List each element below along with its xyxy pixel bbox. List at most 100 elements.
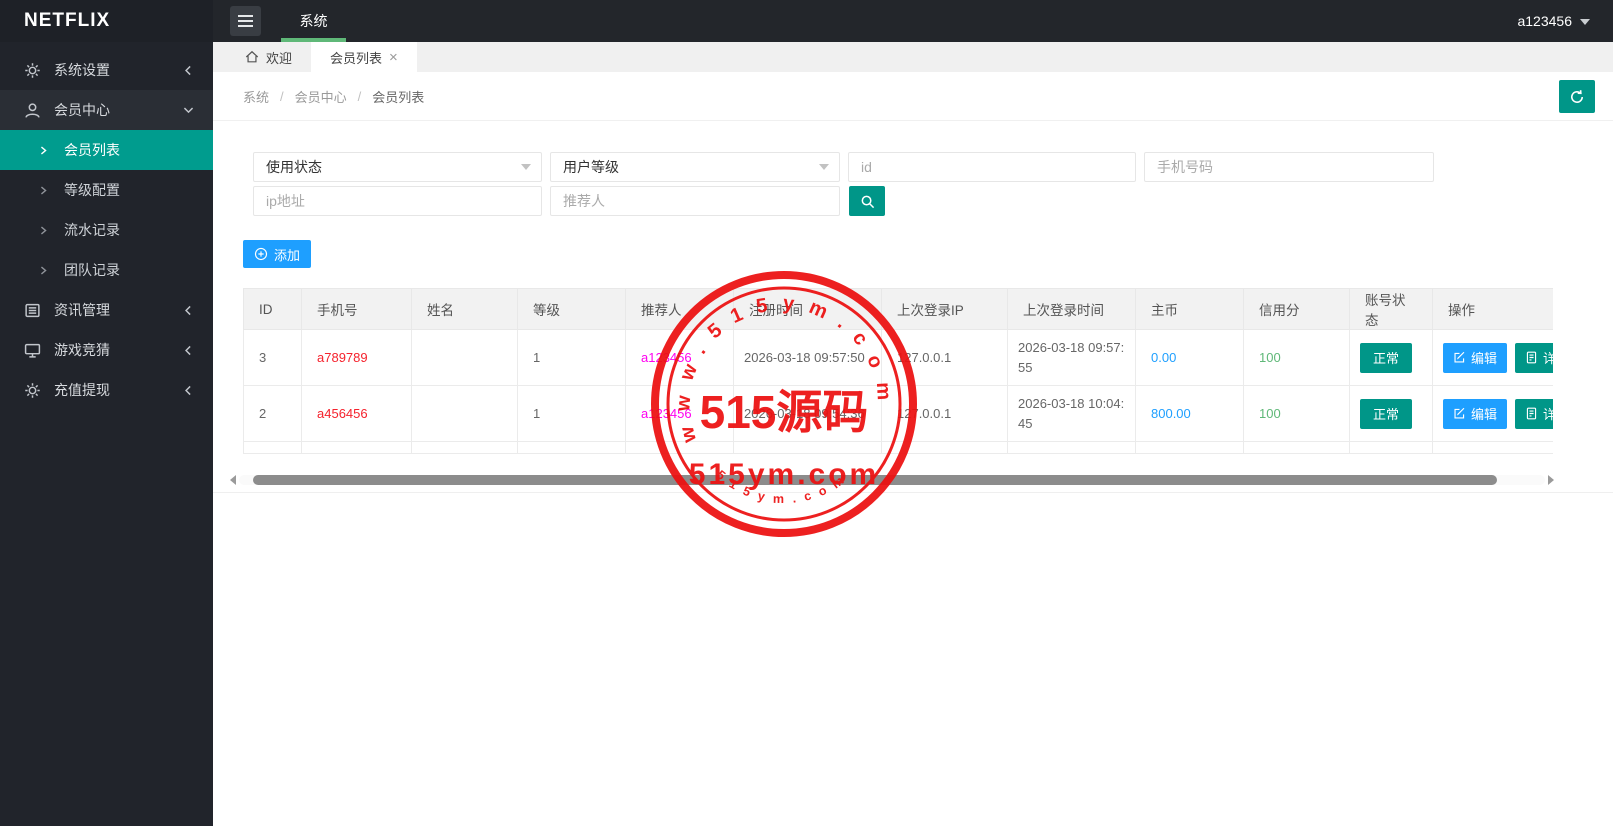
edit-button[interactable]: 编辑 [1443, 342, 1508, 373]
scroll-left-arrow[interactable] [225, 475, 236, 485]
gear-icon [25, 62, 40, 78]
user-menu[interactable]: a123456 [1517, 0, 1590, 42]
scrollbar-thumb[interactable] [253, 475, 1497, 485]
sidebar-item-recharge-withdraw[interactable]: 充值提现 [0, 370, 213, 410]
detail-button[interactable]: 详情 [1515, 398, 1553, 429]
breadcrumb: 系统 / 会员中心 / 会员列表 [243, 72, 424, 120]
edit-icon [1454, 407, 1465, 419]
close-icon[interactable]: × [389, 50, 398, 65]
edit-button-label: 编辑 [1471, 407, 1498, 422]
col-header-referrer: 推荐人 [625, 288, 734, 330]
cell-phone: a456456 [301, 385, 412, 442]
cell-reg-time: 2026-03-18 09:57:50 [733, 329, 882, 386]
document-icon [1526, 407, 1537, 420]
sidebar-subitem-label: 等级配置 [64, 182, 120, 198]
cell-last-login: 2026-03-18 09:57:55 [1007, 329, 1136, 386]
add-button-label: 添加 [274, 247, 301, 263]
cell-credit: 100 [1243, 329, 1350, 386]
level-select-value: 用户等级 [563, 159, 619, 175]
chevron-left-icon [185, 385, 191, 395]
cell-referrer: a123456 [625, 329, 734, 386]
sidebar-subitem-flow-records[interactable]: 流水记录 [0, 210, 213, 250]
sidebar-subitem-level-config[interactable]: 等级配置 [0, 170, 213, 210]
col-header-actions: 操作 [1432, 288, 1553, 330]
sidebar-item-member-center[interactable]: 会员中心 [0, 90, 213, 130]
id-input[interactable] [848, 152, 1136, 182]
member-table: ID 手机号 姓名 等级 推荐人 注册时间 上次登录IP 上次登录时间 主币 信… [243, 288, 1553, 454]
phone-input[interactable] [1144, 152, 1434, 182]
chevron-right-icon [40, 186, 47, 194]
document-icon [1526, 351, 1537, 364]
caret-down-icon [521, 164, 531, 175]
col-header-level: 等级 [517, 288, 626, 330]
hamburger-icon [238, 15, 253, 27]
hamburger-menu-button[interactable] [230, 6, 261, 36]
cell-status: 正常 [1349, 385, 1433, 442]
status-select[interactable]: 使用状态 [253, 152, 542, 182]
search-button[interactable] [849, 186, 885, 216]
col-header-id: ID [243, 288, 302, 330]
table-stub-row [243, 441, 1553, 454]
edit-icon [1454, 351, 1465, 363]
tab-welcome[interactable]: 欢迎 [226, 42, 311, 72]
sidebar-item-label: 会员中心 [54, 102, 110, 118]
cell-actions: 编辑 详情 [1432, 385, 1553, 442]
tab-label: 会员列表 [330, 50, 383, 66]
sidebar-subitem-member-list[interactable]: 会员列表 [0, 130, 213, 170]
chevron-right-icon [40, 146, 47, 154]
chevron-down-icon [183, 107, 194, 113]
sidebar-item-news-management[interactable]: 资讯管理 [0, 290, 213, 330]
add-button[interactable]: 添加 [243, 240, 312, 268]
topnav-item-system[interactable]: 系统 [281, 0, 346, 42]
panel-bottom-border [213, 492, 1613, 493]
cell-referrer: a123456 [625, 385, 734, 442]
brand-logo: NETFLIX [0, 0, 213, 42]
sidebar: NETFLIX 系统设置 会员中心 会员列表 等级配置 流水记录 团队记录 资讯… [0, 0, 213, 826]
horizontal-scrollbar [225, 473, 1559, 487]
edit-button-label: 编辑 [1471, 351, 1498, 366]
cell-actions: 编辑 详情 [1432, 329, 1553, 386]
cell-status: 正常 [1349, 329, 1433, 386]
monitor-icon [24, 343, 41, 358]
caret-down-icon [819, 164, 829, 175]
breadcrumb-item-system[interactable]: 系统 [243, 87, 269, 106]
breadcrumb-separator: / [280, 88, 284, 104]
cell-level: 1 [517, 385, 626, 442]
cell-coin: 0.00 [1135, 329, 1244, 386]
cell-coin: 800.00 [1135, 385, 1244, 442]
cell-last-ip: 127.0.0.1 [881, 385, 1008, 442]
status-normal-button[interactable]: 正常 [1360, 342, 1413, 373]
cell-credit: 100 [1243, 385, 1350, 442]
col-header-coin: 主币 [1135, 288, 1244, 330]
news-icon [25, 303, 40, 317]
gear-icon [25, 382, 40, 398]
refresh-button[interactable] [1559, 80, 1595, 113]
cell-last-ip: 127.0.0.1 [881, 329, 1008, 386]
table-header-row: ID 手机号 姓名 等级 推荐人 注册时间 上次登录IP 上次登录时间 主币 信… [243, 288, 1553, 330]
detail-button[interactable]: 详情 [1515, 342, 1553, 373]
sidebar-item-system-settings[interactable]: 系统设置 [0, 50, 213, 90]
level-select[interactable]: 用户等级 [550, 152, 840, 182]
cell-reg-time: 2026-03-18 09:54:36 [733, 385, 882, 442]
cell-name [411, 329, 518, 386]
sidebar-item-game-betting[interactable]: 游戏竞猜 [0, 330, 213, 370]
breadcrumb-item-member-center[interactable]: 会员中心 [295, 87, 347, 106]
ip-input[interactable] [253, 186, 542, 216]
detail-button-label: 详情 [1543, 407, 1553, 422]
referrer-input[interactable] [550, 186, 840, 216]
cell-id: 3 [243, 329, 302, 386]
sidebar-subitem-team-records[interactable]: 团队记录 [0, 250, 213, 290]
home-icon [245, 50, 259, 63]
table-row: 3 a789789 1 a123456 2026-03-18 09:57:50 … [243, 329, 1553, 386]
tab-member-list[interactable]: 会员列表 × [311, 42, 417, 72]
cell-id: 2 [243, 385, 302, 442]
sidebar-item-label: 充值提现 [54, 382, 110, 398]
cell-phone: a789789 [301, 329, 412, 386]
user-icon [25, 102, 40, 118]
edit-button[interactable]: 编辑 [1443, 398, 1508, 429]
scroll-right-arrow[interactable] [1548, 475, 1559, 485]
status-normal-button[interactable]: 正常 [1360, 398, 1413, 429]
username-label: a123456 [1517, 13, 1572, 29]
scrollbar-track[interactable] [239, 475, 1545, 485]
table-row: 2 a456456 1 a123456 2026-03-18 09:54:36 … [243, 385, 1553, 442]
